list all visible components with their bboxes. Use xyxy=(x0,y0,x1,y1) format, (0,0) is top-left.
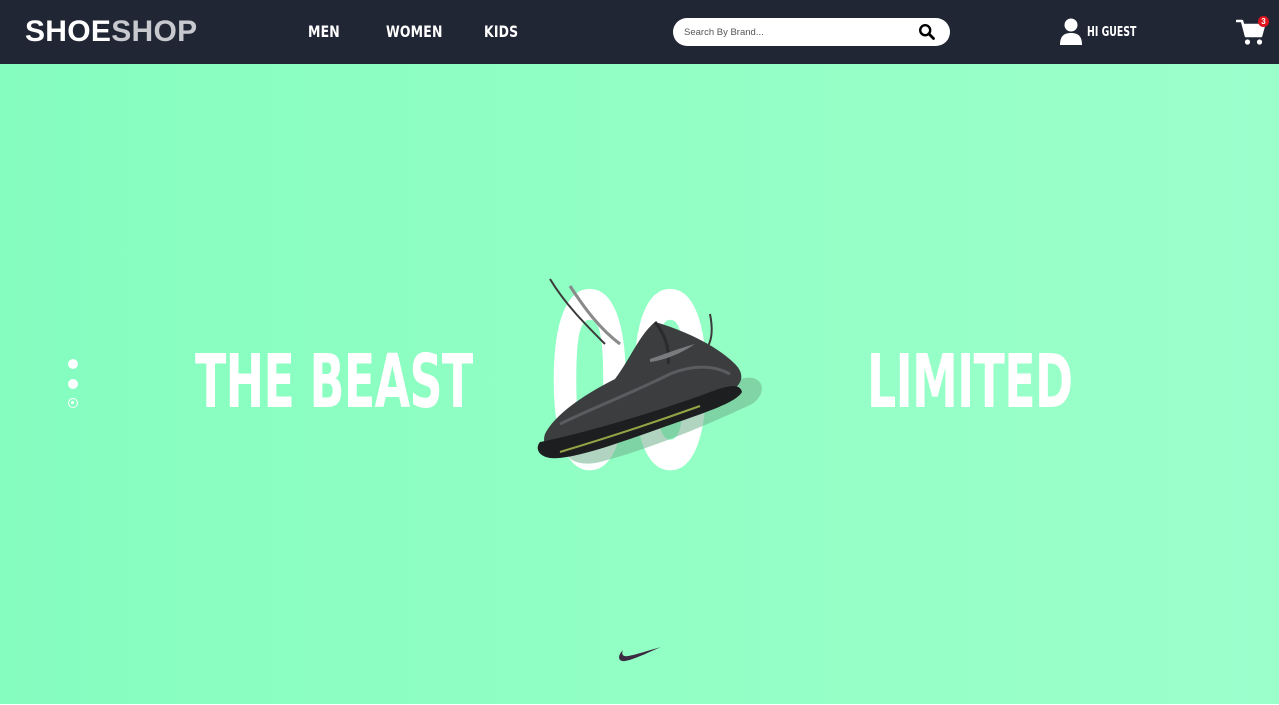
slide-indicators xyxy=(68,359,80,409)
nav-link-men[interactable]: MEN xyxy=(308,22,340,42)
hero-title-right: LIMITED xyxy=(867,339,1073,425)
cart-count-badge: 3 xyxy=(1258,16,1269,27)
search-icon[interactable] xyxy=(918,23,936,41)
logo-part-2: SHOP xyxy=(111,15,198,48)
slide-dot-3-active[interactable] xyxy=(68,398,78,408)
hero-title-left: THE BEAST xyxy=(195,339,473,425)
nav-link-women[interactable]: WOMEN xyxy=(386,22,443,42)
logo[interactable]: SHOESHOP xyxy=(25,14,197,50)
search-bar xyxy=(673,18,950,46)
slide-dot-2[interactable] xyxy=(68,379,78,389)
logo-part-1: SHOE xyxy=(25,15,112,48)
nike-swoosh-icon xyxy=(619,647,661,662)
slide-dot-1[interactable] xyxy=(68,359,78,369)
nav-link-kids[interactable]: KIDS xyxy=(484,22,518,42)
shoe-image xyxy=(537,278,762,464)
search-input[interactable] xyxy=(684,24,914,40)
user-greeting: HI GUEST xyxy=(1087,25,1137,40)
hero-banner: THE BEAST 00 LIMITED xyxy=(0,64,1279,704)
cart-button[interactable]: 3 xyxy=(1235,16,1270,46)
user-icon xyxy=(1059,18,1083,46)
top-navbar: SHOESHOP MEN WOMEN KIDS HI GUEST xyxy=(0,0,1279,64)
